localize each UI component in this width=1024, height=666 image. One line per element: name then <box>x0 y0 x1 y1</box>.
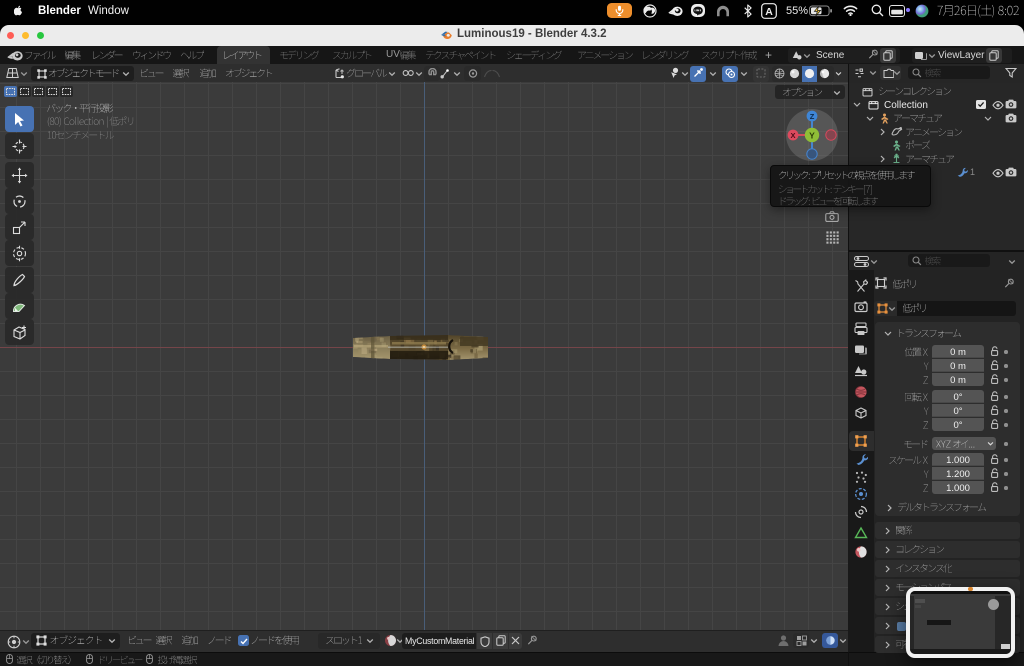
svg-text:A: A <box>765 6 773 18</box>
svg-text:X: X <box>790 131 795 140</box>
svg-text:Y: Y <box>809 130 815 140</box>
svg-text:Z: Z <box>810 112 815 121</box>
